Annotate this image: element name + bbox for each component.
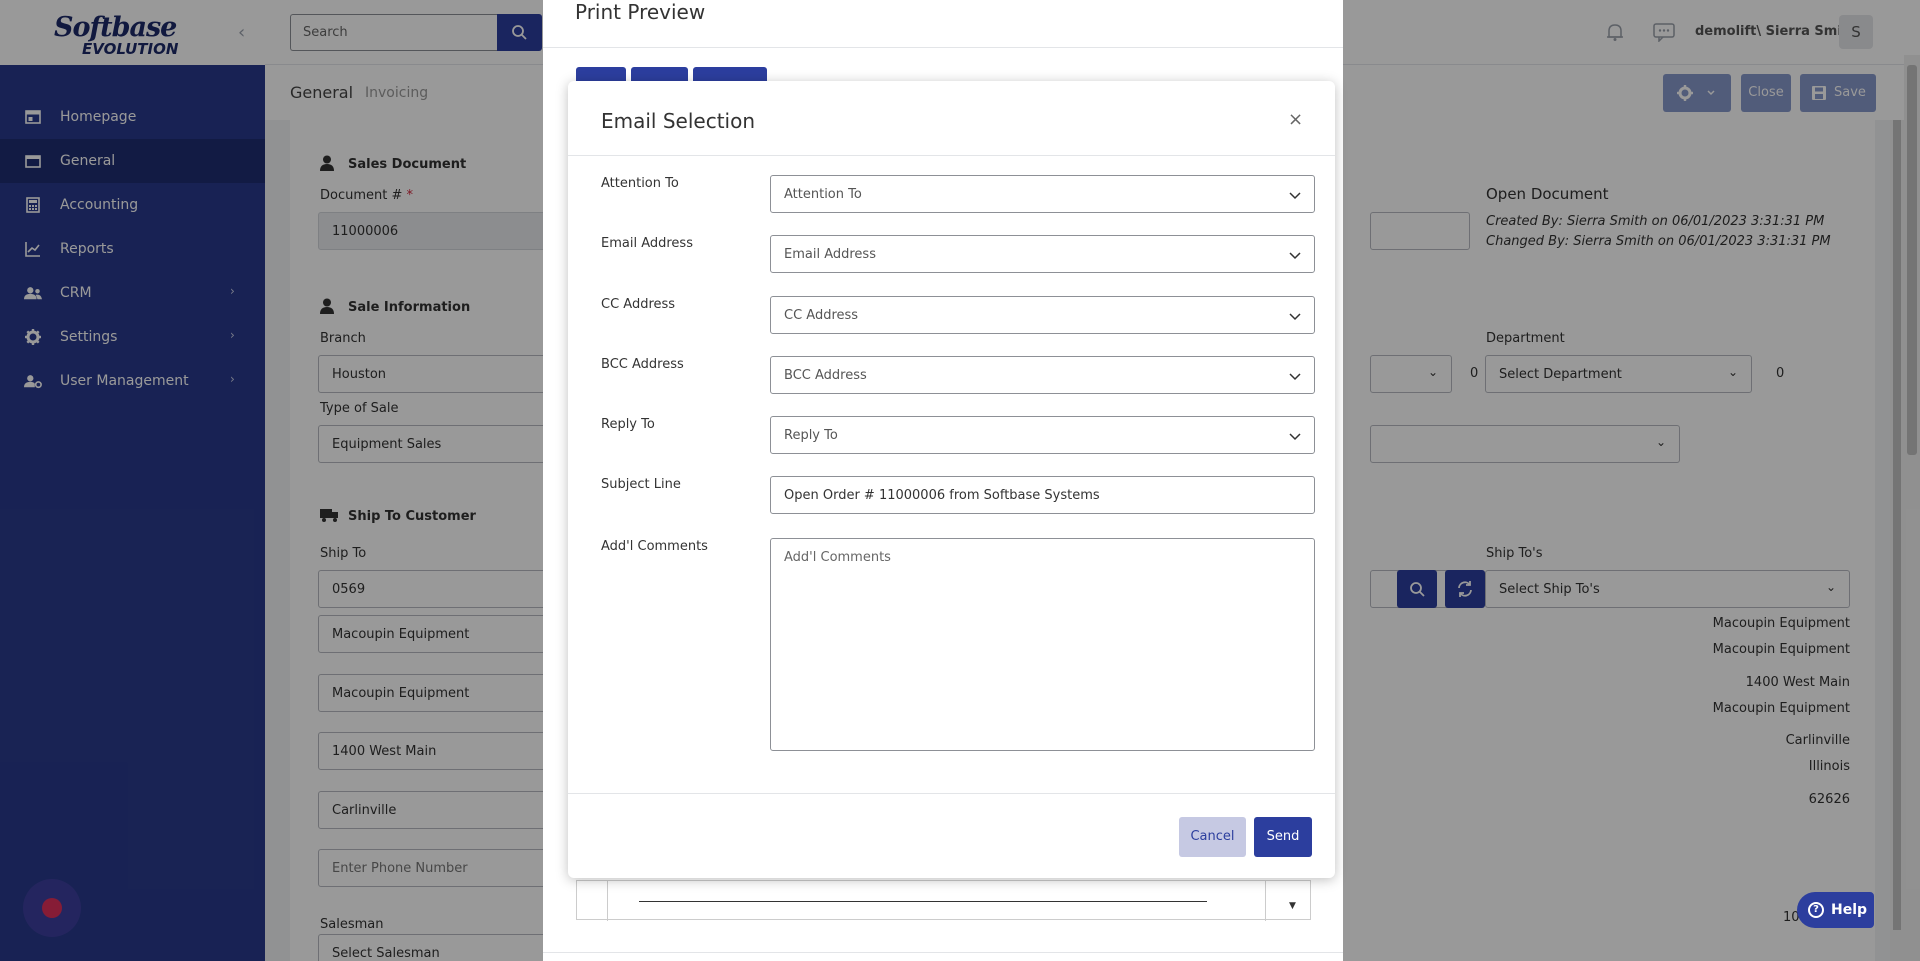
divider — [543, 952, 1343, 953]
chevron-down-icon — [1289, 373, 1301, 381]
divider — [543, 47, 1343, 48]
attention-to-label: Attention To — [601, 176, 679, 191]
report-line — [639, 901, 1207, 902]
chevron-down-icon — [1289, 313, 1301, 321]
help-label: Help — [1831, 902, 1868, 918]
scroll-down-icon[interactable]: ▼ — [1289, 901, 1296, 911]
subject-line-input[interactable]: Open Order # 11000006 from Softbase Syst… — [770, 476, 1315, 514]
comments-label: Add'l Comments — [601, 539, 708, 554]
email-selection-dialog: Email Selection × Attention To Attention… — [568, 81, 1335, 878]
divider — [568, 155, 1335, 156]
reply-to-select[interactable]: Reply To — [770, 416, 1315, 454]
reply-to-label: Reply To — [601, 417, 655, 432]
cc-address-select[interactable]: CC Address — [770, 296, 1315, 334]
chevron-down-icon — [1289, 433, 1301, 441]
divider — [568, 793, 1335, 794]
bcc-address-select[interactable]: BCC Address — [770, 356, 1315, 394]
print-preview-title: Print Preview — [575, 0, 706, 24]
email-address-label: Email Address — [601, 236, 693, 251]
close-icon[interactable]: × — [1288, 109, 1303, 130]
help-button[interactable]: ? Help — [1797, 892, 1874, 928]
chevron-down-icon — [1289, 192, 1301, 200]
cc-address-label: CC Address — [601, 297, 676, 312]
attention-to-select[interactable]: Attention To — [770, 175, 1315, 213]
send-button[interactable]: Send — [1254, 817, 1312, 857]
email-selection-title: Email Selection — [601, 109, 756, 133]
report-preview-frame[interactable]: ▼ — [576, 880, 1311, 921]
cancel-button[interactable]: Cancel — [1179, 817, 1246, 857]
email-address-select[interactable]: Email Address — [770, 235, 1315, 273]
help-icon: ? — [1808, 902, 1824, 918]
bcc-address-label: BCC Address — [601, 357, 684, 372]
comments-textarea[interactable]: Add'l Comments — [770, 538, 1315, 751]
chevron-down-icon — [1289, 252, 1301, 260]
subject-line-label: Subject Line — [601, 477, 681, 492]
